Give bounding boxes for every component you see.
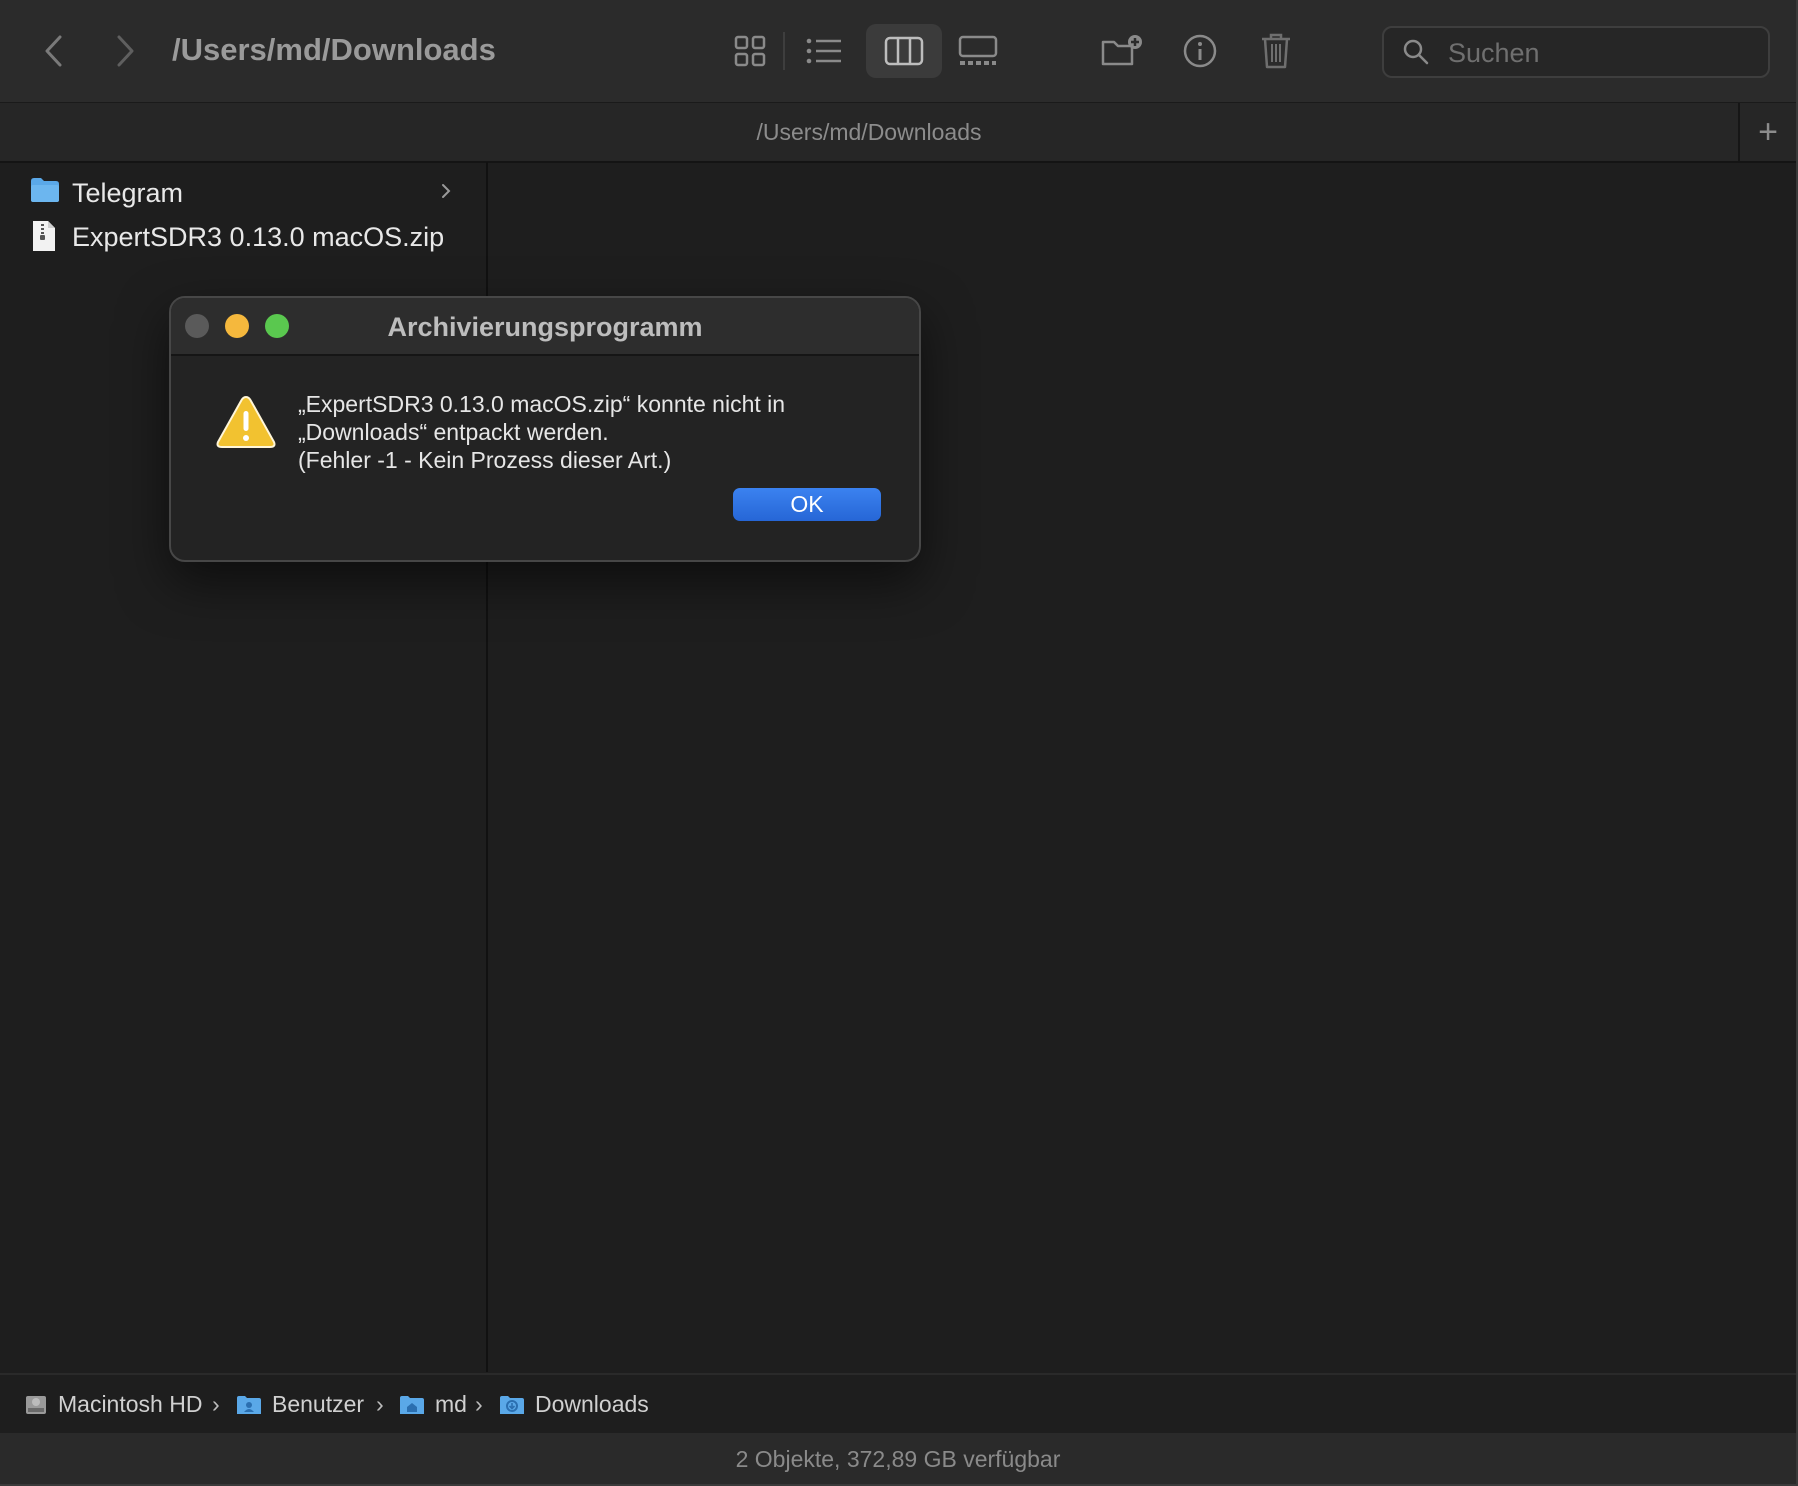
info-icon — [1183, 34, 1217, 68]
downloads-folder-icon — [500, 1395, 524, 1414]
search-input[interactable] — [1446, 34, 1750, 72]
toolbar-divider — [783, 32, 785, 70]
trash-button[interactable] — [1248, 24, 1304, 78]
ok-button[interactable]: OK — [733, 488, 881, 521]
gallery-view-button[interactable] — [950, 24, 1006, 78]
path-separator: › — [475, 1391, 483, 1417]
dialog-titlebar: Archivierungsprogramm — [171, 298, 919, 356]
path-item-label: md — [435, 1391, 467, 1417]
dialog-message-line: (Fehler -1 - Kein Prozess dieser Art.) — [298, 447, 672, 473]
chevron-left-icon — [45, 35, 62, 67]
file-row-zip[interactable]: ExpertSDR3 0.13.0 macOS.zip — [0, 216, 484, 258]
new-folder-button[interactable] — [1094, 24, 1150, 78]
home-folder-icon — [400, 1395, 424, 1414]
path-bar: Macintosh HD › Benutzer › md › Downloads — [0, 1373, 1796, 1433]
folder-icon — [31, 178, 59, 202]
path-item-label: Downloads — [535, 1391, 649, 1417]
chevron-right-icon — [442, 184, 451, 198]
tab-downloads[interactable]: /Users/md/Downloads — [0, 119, 1738, 146]
path-item-md[interactable]: md — [399, 1391, 467, 1418]
gallery-icon — [958, 35, 998, 65]
trash-icon — [1262, 33, 1290, 69]
column-view-button[interactable] — [866, 24, 942, 78]
hard-drive-icon — [26, 1395, 46, 1414]
list-view-button[interactable] — [796, 24, 852, 78]
file-name: Telegram — [72, 178, 184, 208]
back-button[interactable] — [31, 28, 77, 74]
path-separator: › — [376, 1391, 384, 1417]
tab-bar: /Users/md/Downloads + — [0, 102, 1796, 163]
chevron-right-icon — [117, 35, 134, 67]
finder-window: /Users/md/Downloads Suchen /Users/md/Dow… — [0, 0, 1798, 1486]
error-dialog: Archivierungsprogramm „ExpertSDR3 0.13.0… — [169, 296, 921, 562]
toolbar: /Users/md/Downloads — [0, 0, 1796, 102]
path-item-label: Benutzer — [272, 1391, 365, 1417]
path-item-macintosh-hd[interactable]: Macintosh HD — [24, 1391, 202, 1418]
columns-icon — [884, 36, 924, 66]
warning-icon — [216, 395, 276, 448]
file-row-telegram[interactable]: Telegram — [0, 172, 484, 214]
path-item-label: Macintosh HD — [58, 1391, 203, 1417]
dialog-message-line: „Downloads“ entpackt werden. — [298, 419, 609, 445]
document-icon — [33, 221, 55, 251]
users-folder-icon — [237, 1395, 261, 1414]
list-icon — [806, 38, 841, 64]
grid-icon — [734, 35, 766, 67]
dialog-title: Archivierungsprogramm — [387, 312, 703, 342]
dialog-message-line: „ExpertSDR3 0.13.0 macOS.zip“ konnte nic… — [298, 391, 786, 417]
search-icon — [1403, 39, 1429, 65]
file-name: ExpertSDR3 0.13.0 macOS.zip — [72, 222, 445, 252]
dialog-message: „ExpertSDR3 0.13.0 macOS.zip“ konnte nic… — [298, 390, 898, 474]
path-item-downloads[interactable]: Downloads — [499, 1391, 649, 1418]
info-button[interactable] — [1172, 24, 1228, 78]
path-separator: › — [212, 1391, 220, 1417]
new-folder-icon — [1101, 35, 1142, 66]
forward-button[interactable] — [102, 28, 148, 74]
new-tab-button[interactable]: + — [1738, 103, 1796, 161]
window-title: /Users/md/Downloads — [172, 32, 496, 67]
path-item-benutzer[interactable]: Benutzer — [236, 1391, 364, 1418]
icon-view-button[interactable] — [722, 24, 778, 78]
status-bar: 2 Objekte, 372,89 GB verfügbar — [0, 1433, 1796, 1484]
search-field[interactable] — [1382, 26, 1770, 78]
